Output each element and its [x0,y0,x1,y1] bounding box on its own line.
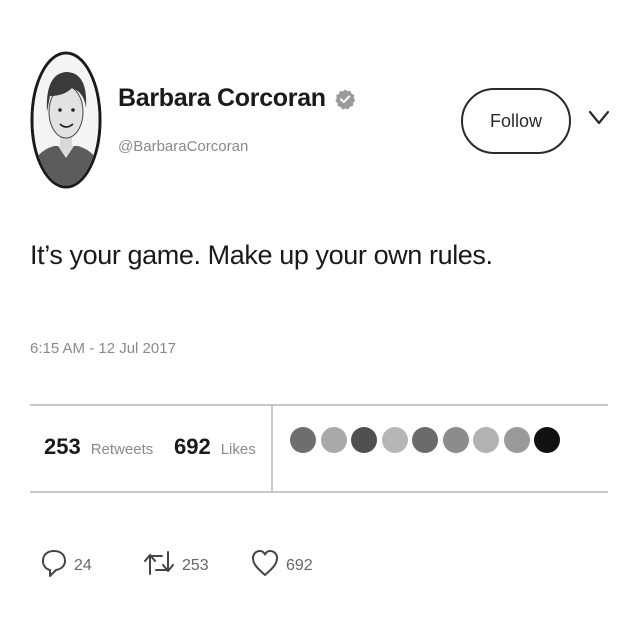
liker-avatar[interactable] [503,427,530,453]
tweet-timestamp[interactable]: 6:15 AM - 12 Jul 2017 [30,340,176,357]
like-button[interactable]: 692 [250,548,313,583]
retweet-icon [142,548,176,583]
liker-avatar[interactable] [473,427,499,453]
liker-avatar[interactable] [534,427,560,453]
liker-avatar[interactable] [381,427,408,453]
liker-avatar[interactable] [290,427,316,453]
retweets-stat[interactable]: 253 Retweets [44,434,153,460]
reply-count: 24 [74,556,92,574]
stats-divider-top [30,404,608,406]
retweet-count: 253 [182,556,209,574]
stats-vertical-divider [271,406,273,491]
likes-label: Likes [220,441,256,458]
reply-button[interactable]: 24 [40,548,92,583]
likes-count: 692 [174,434,211,459]
chevron-down-icon[interactable] [588,110,610,126]
author-handle[interactable]: @BarbaraCorcoran [118,138,248,155]
liker-avatar[interactable] [351,427,377,453]
like-count: 692 [286,556,313,574]
liker-avatar[interactable] [442,427,469,453]
retweets-count: 253 [44,434,81,459]
reply-icon [40,548,68,583]
likers-avatars [290,427,565,453]
likes-stat[interactable]: 692 Likes [174,434,256,460]
tweet-text: It’s your game. Make up your own rules. [30,240,493,270]
avatar[interactable] [30,50,102,190]
heart-icon [250,548,280,583]
author-name-text[interactable]: Barbara Corcoran [118,84,326,113]
liker-avatar[interactable] [412,427,438,453]
follow-button[interactable]: Follow [461,88,571,154]
author-name[interactable]: Barbara Corcoran [118,84,356,113]
retweets-label: Retweets [90,441,154,458]
verified-badge-icon [334,88,356,110]
retweet-button[interactable]: 253 [142,548,209,583]
liker-avatar[interactable] [320,427,347,453]
stats-divider-bottom [30,491,608,493]
